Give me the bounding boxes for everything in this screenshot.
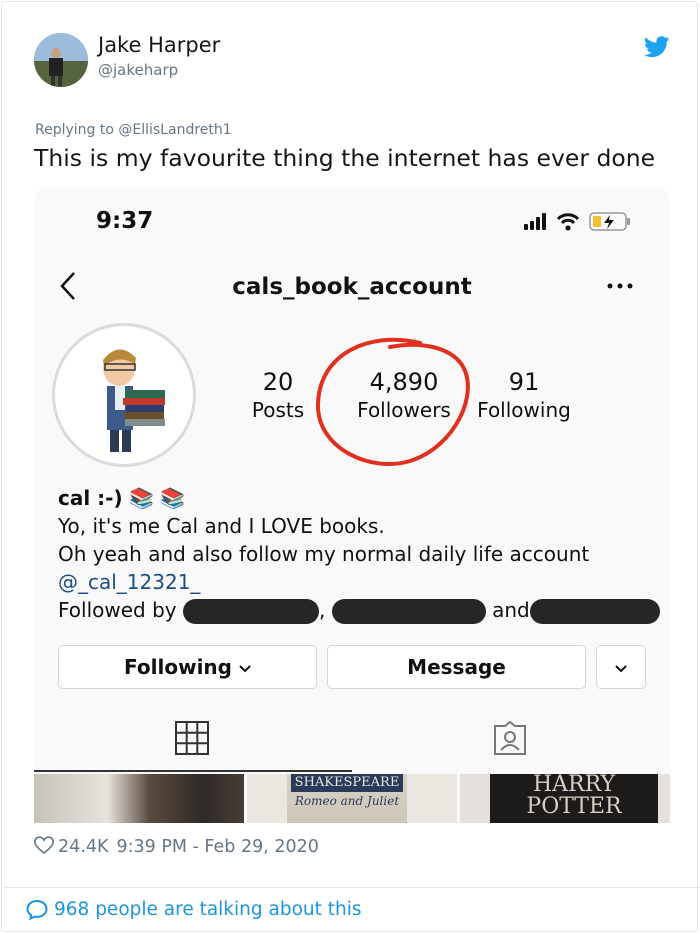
- post-thumbnail-2[interactable]: SHAKESPEARE Romeo and Juliet: [247, 774, 457, 823]
- suggested-dropdown-button[interactable]: [596, 645, 646, 689]
- followed-by-comma: ,: [318, 598, 326, 622]
- following-count: 91: [508, 368, 540, 396]
- redacted-follower-3: [529, 599, 660, 624]
- status-bar-icons: [524, 212, 630, 231]
- stat-following[interactable]: 91 Following: [466, 368, 582, 422]
- red-annotation-circle: [315, 337, 470, 466]
- tweet-meta-row: 24.4K 9:39 PM - Feb 29, 2020: [34, 836, 319, 857]
- followed-by-and: and: [492, 598, 530, 622]
- author-handle[interactable]: @jakeharp: [98, 61, 178, 79]
- post-thumbnail-1[interactable]: [34, 774, 244, 823]
- message-button[interactable]: Message: [327, 645, 586, 689]
- profile-picture[interactable]: [52, 323, 196, 467]
- twitter-bird-icon[interactable]: [644, 35, 670, 59]
- active-tab-indicator: [34, 770, 352, 772]
- followed-by-label: Followed by: [58, 598, 177, 622]
- status-time: 9:37: [96, 208, 154, 234]
- talking-about-text: 968 people are talking about this: [54, 899, 362, 920]
- replying-to[interactable]: Replying to @EllisLandreth1: [35, 122, 232, 138]
- harry-potter-book-cover: HARRY POTTER: [490, 774, 658, 823]
- chevron-down-icon: [615, 664, 627, 672]
- tagged-icon[interactable]: [491, 720, 529, 756]
- bio-name: cal :-): [58, 486, 123, 510]
- heart-icon[interactable]: [34, 836, 54, 855]
- shakespeare-book-cover: SHAKESPEARE Romeo and Juliet: [287, 774, 407, 823]
- stat-posts[interactable]: 20 Posts: [237, 368, 319, 422]
- tweet-card: Jake Harper @jakeharp Replying to @Ellis…: [1, 1, 700, 932]
- grid-icon[interactable]: [174, 720, 210, 756]
- shakespeare-title: SHAKESPEARE: [291, 774, 403, 792]
- harry-title: HARRY: [532, 774, 616, 797]
- embedded-screenshot[interactable]: 9:37 cals_book_account 20 Posts 4,890 Fo…: [34, 187, 670, 823]
- speech-bubble-icon: [26, 899, 48, 920]
- bio-mention-link[interactable]: @_cal_12321_: [58, 568, 660, 596]
- tweet-text: This is my favourite thing the internet …: [34, 144, 656, 172]
- bio-line-1: Yo, it's me Cal and I LOVE books.: [58, 514, 385, 538]
- chevron-down-icon: [239, 664, 251, 672]
- likes-count[interactable]: 24.4K: [58, 837, 108, 857]
- redacted-follower-1: [182, 599, 319, 624]
- talking-about-link[interactable]: 968 people are talking about this: [26, 899, 362, 920]
- following-label: Following: [477, 398, 571, 422]
- more-dots-icon[interactable]: [606, 281, 634, 291]
- footer-divider: [3, 887, 700, 888]
- bio-line-2: Oh yeah and also follow my normal daily …: [58, 542, 590, 566]
- profile-bio: cal :-) 📚 📚 Yo, it's me Cal and I LOVE b…: [58, 484, 660, 624]
- redacted-follower-2: [331, 599, 486, 624]
- following-button[interactable]: Following: [58, 645, 317, 689]
- posts-count: 20: [262, 368, 294, 396]
- author-avatar[interactable]: [34, 33, 88, 87]
- following-button-label: Following: [124, 655, 232, 679]
- tweet-timestamp[interactable]: 9:39 PM - Feb 29, 2020: [116, 837, 318, 857]
- followed-by-row[interactable]: Followed by , and: [58, 596, 660, 624]
- message-button-label: Message: [407, 655, 506, 679]
- romeo-juliet-title: Romeo and Juliet: [294, 794, 400, 808]
- posts-label: Posts: [251, 398, 305, 422]
- post-thumbnail-3[interactable]: HARRY POTTER: [460, 774, 670, 823]
- potter-title: POTTER: [526, 794, 622, 819]
- author-name[interactable]: Jake Harper: [98, 33, 220, 57]
- profile-username: cals_book_account: [232, 274, 472, 300]
- books-emoji: 📚 📚: [128, 486, 186, 510]
